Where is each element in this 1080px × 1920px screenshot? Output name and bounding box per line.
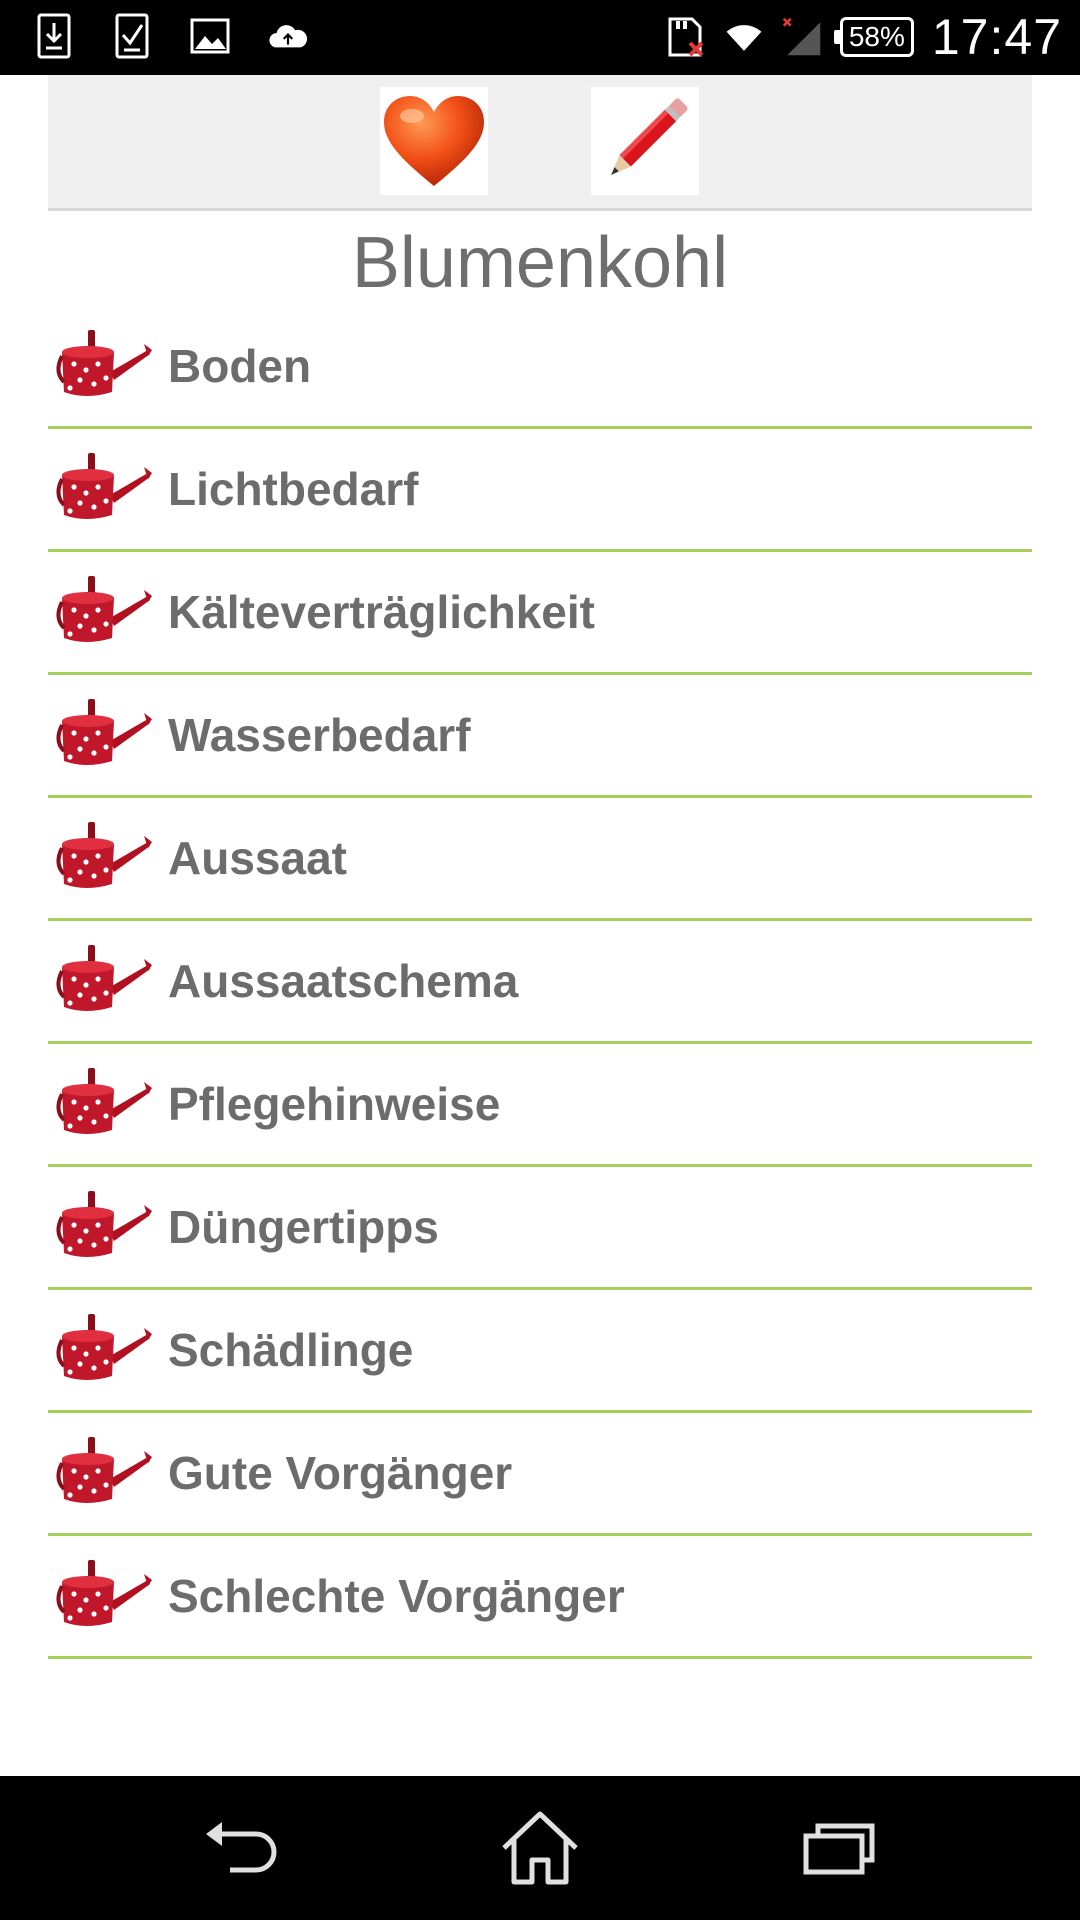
watering-can-icon (52, 1310, 152, 1390)
list-item-label: Gute Vorgänger (168, 1447, 513, 1499)
list-item[interactable]: Boden (48, 306, 1032, 429)
watering-can-icon (52, 695, 152, 775)
list-item[interactable]: Gute Vorgänger (48, 1413, 1032, 1536)
clock: 17:47 (931, 9, 1062, 65)
list-item-label: Aussaatschema (168, 955, 519, 1007)
recent-apps-icon (803, 1823, 875, 1875)
topic-list: Boden Lichtbedarf Kälteverträglichkeit W… (48, 306, 1032, 1659)
list-item[interactable]: Aussaat (48, 798, 1032, 921)
list-item[interactable]: Schädlinge (48, 1290, 1032, 1413)
watering-can-icon (52, 572, 152, 652)
wifi-icon (724, 11, 764, 63)
list-item[interactable]: Wasserbedarf (48, 675, 1032, 798)
page-title: Blumenkohl (351, 223, 729, 303)
list-item-label: Aussaat (168, 832, 347, 884)
toolbar (48, 75, 1032, 211)
list-item[interactable]: Kälteverträglichkeit (48, 552, 1032, 675)
watering-can-icon (52, 1556, 152, 1636)
back-button[interactable] (194, 1806, 290, 1890)
back-icon (206, 1822, 277, 1873)
list-item-label: Wasserbedarf (168, 709, 471, 761)
list-item[interactable]: Schlechte Vorgänger (48, 1536, 1032, 1659)
pencil-icon (611, 98, 688, 175)
list-item-label: Schädlinge (168, 1324, 414, 1376)
list-item[interactable]: Aussaatschema (48, 921, 1032, 1044)
list-item-label: Kälteverträglichkeit (168, 586, 595, 638)
navigation-bar (0, 1776, 1080, 1920)
no-signal-icon (782, 11, 822, 63)
sd-card-error-icon (666, 11, 706, 63)
watering-can-icon (52, 941, 152, 1021)
home-icon (502, 1811, 578, 1885)
notification-icons (34, 10, 308, 62)
list-item[interactable]: Pflegehinweise (48, 1044, 1032, 1167)
watering-can-icon (52, 1187, 152, 1267)
image-icon (190, 10, 230, 62)
status-bar: 58% 17:47 (0, 0, 1080, 75)
list-item[interactable]: Lichtbedarf (48, 429, 1032, 552)
battery-percent: 58% (848, 21, 905, 52)
watering-can-icon (52, 1433, 152, 1513)
watering-can-icon (52, 449, 152, 529)
battery-icon: 58% (833, 17, 914, 57)
list-item-label: Schlechte Vorgänger (168, 1570, 625, 1622)
edit-button[interactable] (591, 87, 699, 195)
home-button[interactable] (492, 1806, 588, 1890)
recent-apps-button[interactable] (792, 1806, 888, 1890)
download-icon (34, 10, 74, 62)
favorite-button[interactable] (380, 87, 488, 195)
task-check-icon (112, 10, 152, 62)
list-item-label: Boden (168, 340, 312, 392)
list-item-label: Düngertipps (168, 1201, 439, 1253)
watering-can-icon (52, 326, 152, 406)
list-item-label: Pflegehinweise (168, 1078, 501, 1130)
cloud-upload-icon (268, 10, 308, 62)
heart-icon (384, 96, 484, 186)
watering-can-icon (52, 818, 152, 898)
list-item[interactable]: Düngertipps (48, 1167, 1032, 1290)
watering-can-icon (52, 1064, 152, 1144)
list-item-label: Lichtbedarf (168, 463, 419, 515)
system-indicators: 58% 17:47 (666, 8, 1062, 66)
